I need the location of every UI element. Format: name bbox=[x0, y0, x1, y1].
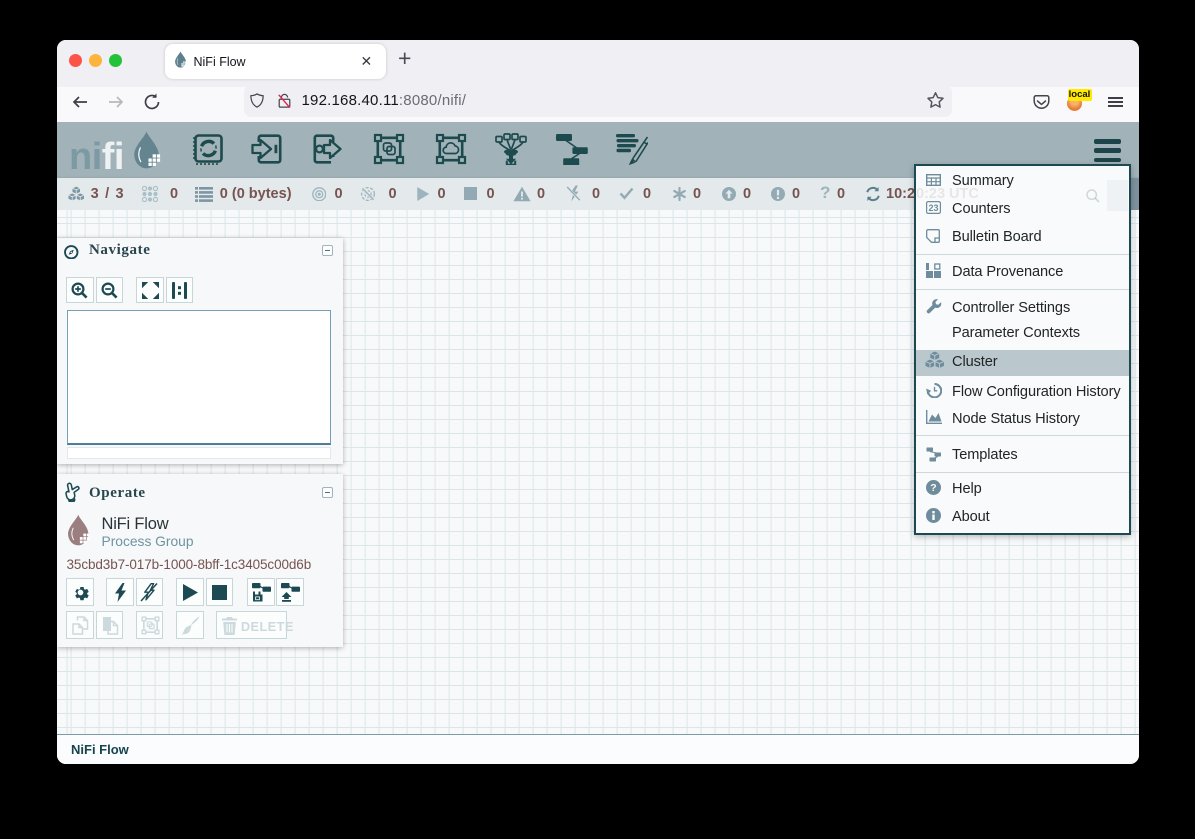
svg-text:23: 23 bbox=[928, 203, 938, 213]
svg-text:?: ? bbox=[930, 482, 936, 494]
